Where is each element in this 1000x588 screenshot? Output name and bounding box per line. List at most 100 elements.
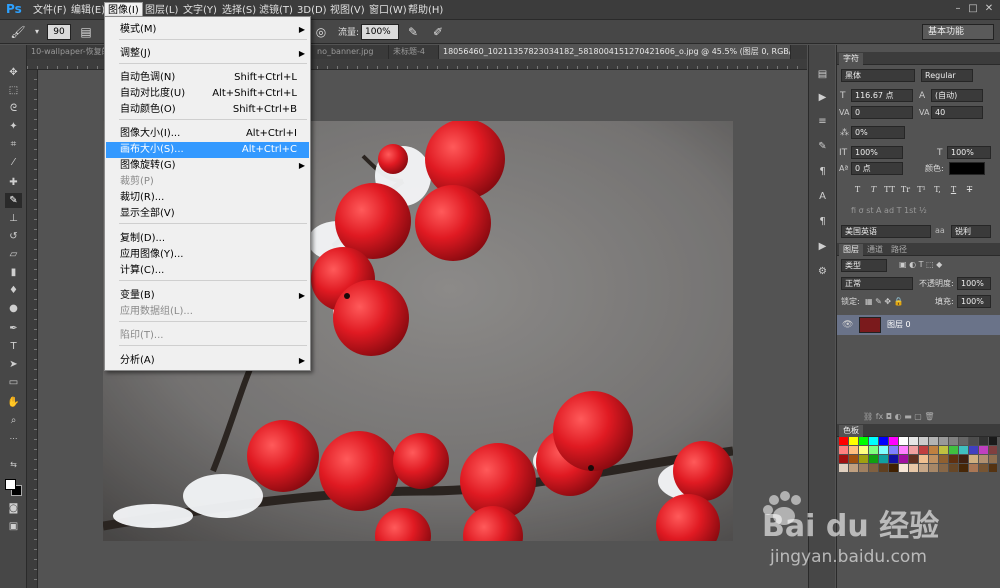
color-swatch[interactable]	[959, 464, 968, 472]
eraser-tool-icon[interactable]: ▱	[5, 247, 22, 262]
antialias-select[interactable]: 锐利	[951, 225, 991, 238]
tsume-input[interactable]: 0%	[851, 126, 905, 139]
superscript-button[interactable]: T¹	[915, 183, 928, 196]
color-swatch[interactable]	[919, 455, 928, 463]
dodge-tool-icon[interactable]: ●	[5, 301, 22, 316]
menu-item-apply-image[interactable]: 应用图像(Y)...	[106, 247, 309, 263]
chevron-down-icon[interactable]: ▾	[29, 24, 45, 40]
color-swatch[interactable]	[919, 464, 928, 472]
underline-button[interactable]: T	[947, 183, 960, 196]
menu-item-mode[interactable]: 模式(M) ▶	[106, 22, 309, 38]
hand-tool-icon[interactable]: ✋	[5, 395, 22, 410]
timeline-icon[interactable]: ▶	[815, 240, 830, 253]
color-swatch[interactable]	[869, 455, 878, 463]
color-swatch[interactable]	[989, 446, 997, 454]
color-swatch[interactable]	[889, 455, 898, 463]
history-brush-tool-icon[interactable]: ↺	[5, 229, 22, 244]
color-swatch[interactable]	[889, 437, 898, 445]
gradient-tool-icon[interactable]: ▮	[5, 265, 22, 280]
color-swatch[interactable]	[919, 437, 928, 445]
menu-item-canvas-size[interactable]: 画布大小(S)... Alt+Ctrl+C	[106, 142, 309, 158]
tab-character[interactable]: 字符	[839, 53, 863, 65]
color-swatch[interactable]	[909, 446, 918, 454]
color-swatch[interactable]	[849, 446, 858, 454]
type-tool-icon[interactable]: T	[5, 339, 22, 354]
color-swatch[interactable]	[979, 446, 988, 454]
color-swatch[interactable]	[909, 455, 918, 463]
tab-swatches[interactable]: 色板	[839, 425, 863, 437]
color-swatch[interactable]	[889, 464, 898, 472]
swatch-grid[interactable]	[839, 437, 997, 487]
maximize-button[interactable]: □	[967, 3, 979, 15]
color-swatch[interactable]	[869, 446, 878, 454]
color-swatch[interactable]	[939, 455, 948, 463]
baseline-shift-input[interactable]: 0 点	[851, 162, 903, 175]
layer-filter-select[interactable]: 类型	[841, 259, 887, 272]
pen-tool-icon[interactable]: ✒	[5, 321, 22, 336]
color-swatch[interactable]	[879, 455, 888, 463]
menu-image[interactable]: 图像(I)	[104, 2, 143, 17]
quick-mask-icon[interactable]: ◙	[5, 501, 22, 516]
opentype-features-icon[interactable]: ﬁ σ st A ad T 1st ½	[851, 205, 927, 217]
menu-item-auto-tone[interactable]: 自动色调(N) Shift+Ctrl+L	[106, 70, 309, 86]
color-swatch[interactable]	[969, 455, 978, 463]
color-swatch[interactable]	[949, 446, 958, 454]
color-swatch[interactable]	[909, 464, 918, 472]
color-swatch[interactable]	[959, 455, 968, 463]
tab-document-active[interactable]: 18056460_1021135782303418​2_581800415127…	[439, 45, 791, 59]
color-swatch[interactable]	[979, 455, 988, 463]
magic-wand-tool-icon[interactable]: ✦	[5, 119, 22, 134]
color-swatch[interactable]	[839, 464, 848, 472]
tab-paths[interactable]: 路径	[887, 244, 911, 256]
color-swatch[interactable]	[839, 446, 848, 454]
tab-document-2[interactable]: no_banner.jpg	[313, 45, 389, 59]
color-swatch[interactable]	[949, 455, 958, 463]
eyedropper-tool-icon[interactable]: ⁄	[5, 155, 22, 170]
color-swatch[interactable]	[899, 446, 908, 454]
menu-item-duplicate[interactable]: 复制(D)...	[106, 231, 309, 247]
paragraph-styles-icon[interactable]: ¶	[815, 215, 830, 228]
color-swatch[interactable]	[909, 437, 918, 445]
lasso-tool-icon[interactable]: ᘓ	[5, 101, 22, 116]
rectangle-tool-icon[interactable]: ▭	[5, 375, 22, 390]
color-swatch[interactable]	[929, 437, 938, 445]
paragraph-icon[interactable]: ¶	[815, 165, 830, 178]
menu-item-variables[interactable]: 变量(B) ▶	[106, 288, 309, 304]
swap-colors-icon[interactable]: ⇆	[5, 457, 22, 472]
menu-item-image-rotation[interactable]: 图像旋转(G) ▶	[106, 158, 309, 174]
character-styles-icon[interactable]: A	[815, 190, 830, 203]
menu-item-analysis[interactable]: 分析(A) ▶	[106, 353, 309, 369]
menu-view[interactable]: 视图(V)	[327, 3, 368, 18]
menu-help[interactable]: 帮助(H)	[405, 3, 446, 18]
tool-presets-icon[interactable]: ⚙	[815, 265, 830, 278]
move-tool-icon[interactable]: ✥	[5, 65, 22, 80]
menu-item-auto-contrast[interactable]: 自动对比度(U) Alt+Shift+Ctrl+L	[106, 86, 309, 102]
color-swatch[interactable]	[849, 464, 858, 472]
flow-input[interactable]: 100%	[361, 24, 399, 40]
foreground-color-swatch[interactable]	[5, 479, 16, 490]
layer-actions-icons[interactable]: ⛓ fx ◘ ◐ ▬ ▢ 🗑	[863, 411, 935, 423]
color-swatch[interactable]	[859, 437, 868, 445]
color-swatch[interactable]	[939, 437, 948, 445]
color-swatch[interactable]	[959, 446, 968, 454]
color-swatch[interactable]	[859, 455, 868, 463]
visibility-eye-icon[interactable]: 👁	[842, 319, 853, 331]
color-swatch[interactable]	[899, 455, 908, 463]
tab-layers[interactable]: 图层	[839, 244, 863, 256]
tab-document-3[interactable]: 未标题-4	[389, 45, 439, 59]
color-swatch[interactable]	[869, 464, 878, 472]
color-swatch[interactable]	[869, 437, 878, 445]
kerning-input[interactable]: 0	[851, 106, 913, 119]
color-swatch[interactable]	[849, 455, 858, 463]
font-style-select[interactable]: Regular	[921, 69, 973, 82]
color-swatch[interactable]	[969, 464, 978, 472]
screen-mode-icon[interactable]: ▣	[5, 519, 22, 534]
marquee-tool-icon[interactable]: ⬚	[5, 83, 22, 98]
menu-item-image-size[interactable]: 图像大小(I)... Alt+Ctrl+I	[106, 126, 309, 142]
color-swatch[interactable]	[879, 464, 888, 472]
vertical-scale-input[interactable]: 100%	[851, 146, 903, 159]
color-swatch[interactable]	[979, 437, 988, 445]
color-swatch[interactable]	[889, 446, 898, 454]
workspace-select[interactable]: 基本功能	[922, 24, 994, 40]
color-swatch[interactable]	[959, 437, 968, 445]
